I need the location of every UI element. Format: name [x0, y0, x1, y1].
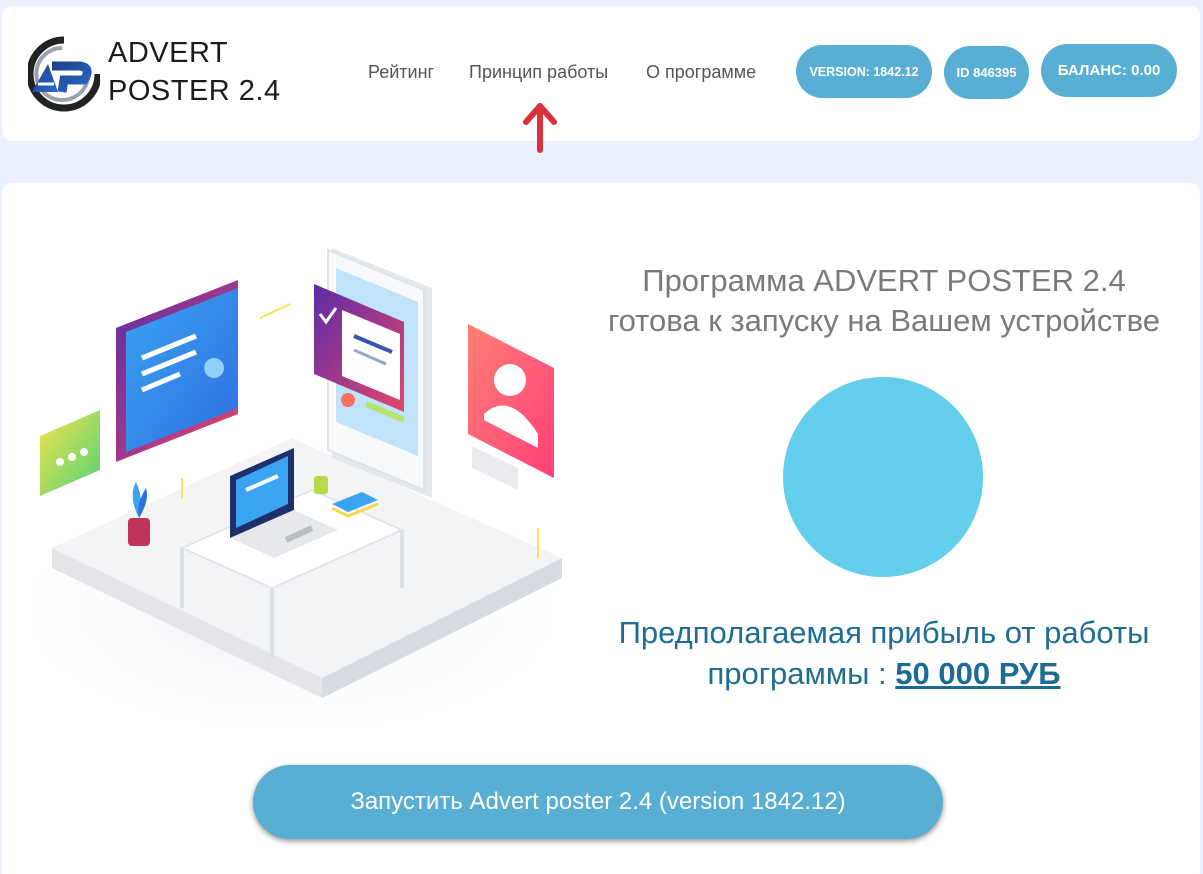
top-header: ADVERT POSTER 2.4 Рейтинг Принцип работы… — [2, 6, 1200, 153]
id-badge[interactable]: ID 846395 — [944, 46, 1029, 99]
logo[interactable]: ADVERT POSTER 2.4 — [28, 34, 288, 124]
main-panel: Программа ADVERT POSTER 2.4 готова к зап… — [2, 183, 1200, 874]
nav-about[interactable]: О программе — [646, 62, 756, 83]
nav-rating[interactable]: Рейтинг — [368, 62, 434, 83]
logo-line-2: POSTER 2.4 — [108, 75, 281, 107]
nav-how-it-works[interactable]: Принцип работы — [469, 62, 608, 83]
balance-badge[interactable]: БАЛАНС: 0.00 — [1041, 44, 1177, 97]
profit-amount-link[interactable]: 50 000 РУБ — [895, 656, 1060, 691]
progress-circle — [783, 377, 983, 577]
launch-button[interactable]: Запустить Advert poster 2.4 (version 184… — [253, 765, 943, 839]
ap-logo-icon — [28, 36, 100, 112]
profit-block: Предполагаемая прибыль от работы програм… — [592, 612, 1176, 694]
logo-text: ADVERT POSTER 2.4 — [108, 34, 281, 110]
logo-line-1: ADVERT — [108, 37, 229, 69]
version-badge[interactable]: VERSION: 1842.12 — [796, 45, 932, 98]
profit-label: Предполагаемая прибыль от работы програм… — [618, 615, 1150, 691]
ready-headline: Программа ADVERT POSTER 2.4 готова к зап… — [608, 263, 1160, 338]
workspace-illustration — [32, 248, 562, 728]
red-up-arrow-icon — [523, 103, 557, 153]
